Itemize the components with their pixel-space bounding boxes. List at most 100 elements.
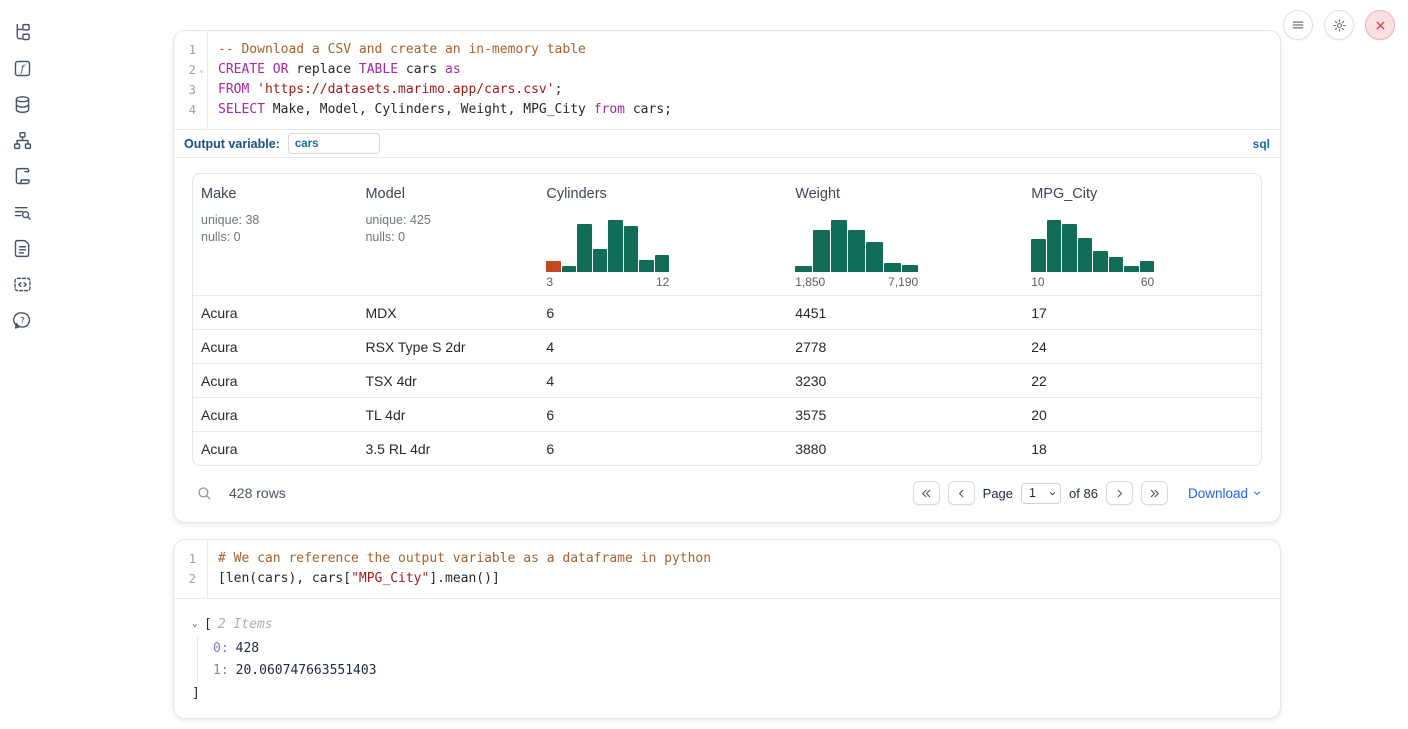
fold-chevron-icon[interactable]: ⌄ [196, 60, 207, 80]
last-page-button[interactable] [1141, 481, 1168, 505]
python-output-region: ⌄ [ 2 Items 0: 428 1: 20.060747663551403… [174, 598, 1280, 718]
file-explorer-icon[interactable] [12, 22, 33, 43]
cell-weight: 3880 [777, 441, 1013, 457]
scratchpad-icon[interactable] [12, 166, 33, 187]
column-stats: unique: 425 nulls: 0 [365, 212, 520, 246]
python-gutter: 1 2 [174, 540, 208, 598]
search-icon[interactable] [196, 485, 213, 502]
column-header-cylinders[interactable]: Cylinders 3 12 [528, 174, 777, 295]
collapse-chevron-icon[interactable]: ⌄ [192, 614, 204, 635]
menu-button[interactable] [1283, 10, 1313, 40]
sql-editor: 1 2⌄ 3 4 -- Download a CSV and create an… [174, 31, 1280, 129]
column-header-mpg-city[interactable]: MPG_City 10 60 [1013, 174, 1261, 295]
settings-button[interactable] [1324, 10, 1354, 40]
cell-mpg-city: 20 [1013, 407, 1261, 423]
documentation-icon[interactable] [12, 238, 33, 259]
code-line: [len(cars), cars["MPG_City"].mean()] [218, 569, 1280, 589]
column-stats: unique: 38 nulls: 0 [201, 212, 349, 246]
output-variable-row: Output variable: sql [174, 129, 1280, 157]
page-label: Page [983, 486, 1013, 501]
sql-gutter: 1 2⌄ 3 4 [174, 31, 208, 129]
svg-text:f: f [19, 63, 26, 75]
weight-histogram: 1,850 7,190 [795, 220, 918, 289]
shutdown-button[interactable] [1365, 10, 1395, 40]
table-header-row: Make unique: 38 nulls: 0 Model unique: 4… [193, 174, 1261, 295]
topbar [1283, 10, 1395, 40]
table-row[interactable]: Acura TSX 4dr 4 3230 22 [193, 363, 1261, 397]
first-page-button[interactable] [913, 481, 940, 505]
code-line: -- Download a CSV and create an in-memor… [218, 40, 1280, 60]
line-number: 2 [182, 60, 196, 80]
total-pages-label: of 86 [1069, 486, 1098, 501]
pagination: Page 1 of 86 Download [913, 481, 1262, 505]
cell-cylinders: 6 [528, 305, 777, 321]
cell-weight: 3575 [777, 407, 1013, 423]
table-footer: 428 rows Page 1 of 86 [192, 478, 1262, 508]
hist-max-label: 7,190 [888, 275, 918, 289]
table-row[interactable]: Acura RSX Type S 2dr 4 2778 24 [193, 329, 1261, 363]
prev-page-button[interactable] [948, 481, 975, 505]
sql-code-area[interactable]: -- Download a CSV and create an in-memor… [208, 31, 1280, 129]
hist-min-label: 1,850 [795, 275, 825, 289]
snippets-icon[interactable] [12, 274, 33, 295]
cell-mpg-city: 24 [1013, 339, 1261, 355]
data-sources-icon[interactable] [12, 94, 33, 115]
help-chat-icon[interactable]: ? [12, 310, 33, 331]
page-select[interactable]: 1 [1021, 483, 1061, 504]
line-number: 1 [182, 40, 196, 60]
hist-max-label: 60 [1141, 275, 1154, 289]
output-variable-input[interactable] [288, 133, 380, 154]
code-line: # We can reference the output variable a… [218, 549, 1280, 569]
column-header-make[interactable]: Make unique: 38 nulls: 0 [193, 174, 357, 295]
column-name: Weight [795, 186, 1005, 202]
line-number: 4 [182, 100, 196, 120]
cell-model: 3.5 RL 4dr [357, 441, 528, 457]
sql-cell: 1 2⌄ 3 4 -- Download a CSV and create an… [173, 30, 1281, 523]
line-number: 1 [182, 549, 196, 569]
tree-entry: 0: 428 [213, 637, 1262, 659]
column-name: Model [365, 186, 520, 202]
download-label: Download [1188, 486, 1248, 501]
hamburger-icon [1291, 18, 1305, 32]
dependency-graph-icon[interactable] [12, 130, 33, 151]
table-row[interactable]: Acura 3.5 RL 4dr 6 3880 18 [193, 431, 1261, 465]
cell-model: RSX Type S 2dr [357, 339, 528, 355]
notebook-main: 1 2⌄ 3 4 -- Download a CSV and create an… [173, 0, 1281, 719]
cell-make: Acura [193, 373, 357, 389]
sidebar: f [0, 0, 44, 331]
cell-model: MDX [357, 305, 528, 321]
column-name: Cylinders [546, 186, 769, 202]
variables-icon[interactable]: f [12, 58, 33, 79]
gear-icon [1332, 18, 1347, 33]
logs-icon[interactable] [12, 202, 33, 223]
cell-cylinders: 6 [528, 407, 777, 423]
download-button[interactable]: Download [1188, 486, 1262, 501]
column-name: Make [201, 186, 349, 202]
table-row[interactable]: Acura MDX 6 4451 17 [193, 295, 1261, 329]
cell-make: Acura [193, 441, 357, 457]
code-line: FROM 'https://datasets.marimo.app/cars.c… [218, 80, 1280, 100]
svg-text:?: ? [20, 317, 25, 327]
entry-value: 20.060747663551403 [236, 660, 377, 681]
column-name: MPG_City [1031, 186, 1253, 202]
entry-value: 428 [236, 638, 259, 659]
cell-model: TL 4dr [357, 407, 528, 423]
items-count-label: 2 Items [218, 614, 273, 635]
column-header-model[interactable]: Model unique: 425 nulls: 0 [357, 174, 528, 295]
table-row[interactable]: Acura TL 4dr 6 3575 20 [193, 397, 1261, 431]
sql-output-region: Make unique: 38 nulls: 0 Model unique: 4… [174, 157, 1280, 522]
column-header-weight[interactable]: Weight 1,850 7,190 [777, 174, 1013, 295]
cell-make: Acura [193, 305, 357, 321]
open-bracket: [ [204, 614, 212, 635]
next-page-button[interactable] [1106, 481, 1133, 505]
output-variable-label: Output variable: [184, 137, 280, 151]
cell-mpg-city: 18 [1013, 441, 1261, 457]
cell-cylinders: 4 [528, 373, 777, 389]
row-count: 428 rows [229, 485, 286, 501]
python-code-area[interactable]: # We can reference the output variable a… [208, 540, 1280, 598]
cell-weight: 4451 [777, 305, 1013, 321]
cylinders-histogram: 3 12 [546, 220, 669, 289]
tree-entry: 1: 20.060747663551403 [213, 659, 1262, 681]
cell-weight: 3230 [777, 373, 1013, 389]
close-bracket: ] [192, 683, 1262, 702]
